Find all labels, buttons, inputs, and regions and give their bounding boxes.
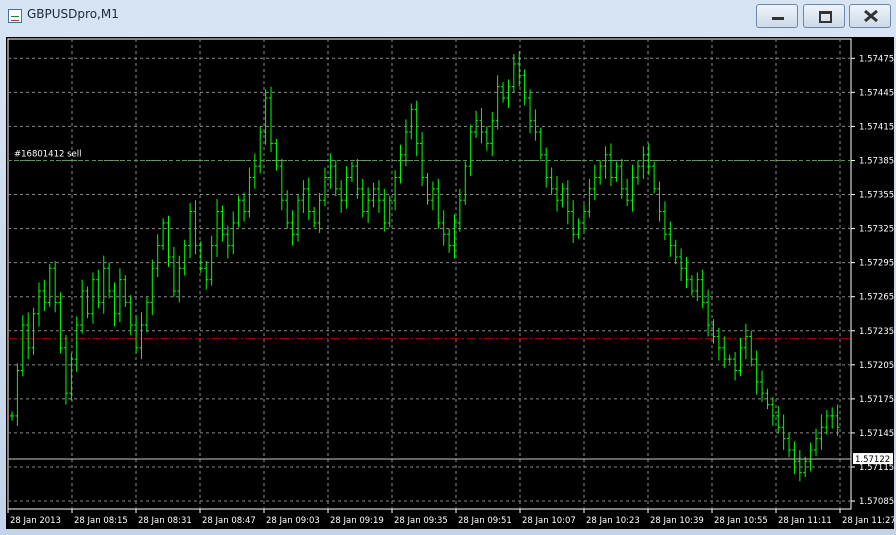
current-price-label: 1.57122 (855, 455, 890, 465)
y-tick-label: 1.57175 (859, 395, 894, 405)
x-tick-label: 28 Jan 08:31 (138, 516, 192, 526)
x-tick-label: 28 Jan 09:35 (394, 516, 448, 526)
y-tick-label: 1.57145 (859, 429, 894, 439)
chart-canvas[interactable]: 1.57475 1.57445 1.57415 1.57385 1.57355 1.573… (6, 37, 896, 529)
window-title: GBPUSDpro,M1 (27, 7, 119, 21)
close-icon (864, 9, 878, 23)
y-tick-label: 1.57385 (859, 156, 894, 166)
x-tick-label: 28 Jan 10:55 (714, 516, 768, 526)
y-tick-label: 1.57235 (859, 327, 894, 337)
order-label: #16801412 sell (14, 149, 81, 159)
minimize-button[interactable] (756, 4, 798, 28)
x-tick-label: 28 Jan 11:11 (778, 516, 832, 526)
x-tick-label: 28 Jan 10:39 (650, 516, 704, 526)
y-tick-label: 1.57475 (859, 54, 894, 64)
close-button[interactable] (849, 4, 891, 28)
x-tick-label: 28 Jan 2013 (10, 516, 61, 526)
price-chart[interactable]: 1.57475 1.57445 1.57415 1.57385 1.57355 1.573… (6, 37, 896, 529)
y-tick-label: 1.57445 (859, 88, 894, 98)
chart-window-icon (8, 9, 22, 23)
y-tick-label: 1.57415 (859, 122, 894, 132)
x-tick-label: 28 Jan 11:27 (842, 516, 894, 526)
y-tick-label: 1.57295 (859, 259, 894, 269)
y-tick-label: 1.57265 (859, 293, 894, 303)
x-tick-label: 28 Jan 09:03 (266, 516, 320, 526)
x-tick-label: 28 Jan 09:51 (458, 516, 512, 526)
x-tick-label: 28 Jan 09:19 (330, 516, 384, 526)
x-tick-label: 28 Jan 10:07 (522, 516, 576, 526)
y-tick-label: 1.57325 (859, 225, 894, 235)
y-tick-label: 1.57355 (859, 191, 894, 201)
maximize-button[interactable] (803, 4, 845, 28)
x-tick-label: 28 Jan 08:47 (202, 516, 256, 526)
x-tick-label: 28 Jan 08:15 (74, 516, 128, 526)
chart-window: GBPUSDpro,M1 1.57475 1.57445 1.57415 1.5738… (0, 0, 896, 535)
y-tick-label: 1.57085 (859, 497, 894, 507)
title-bar[interactable]: GBPUSDpro,M1 (0, 0, 896, 32)
x-tick-label: 28 Jan 10:23 (586, 516, 640, 526)
y-tick-label: 1.57205 (859, 361, 894, 371)
plot-frame (7, 38, 852, 510)
